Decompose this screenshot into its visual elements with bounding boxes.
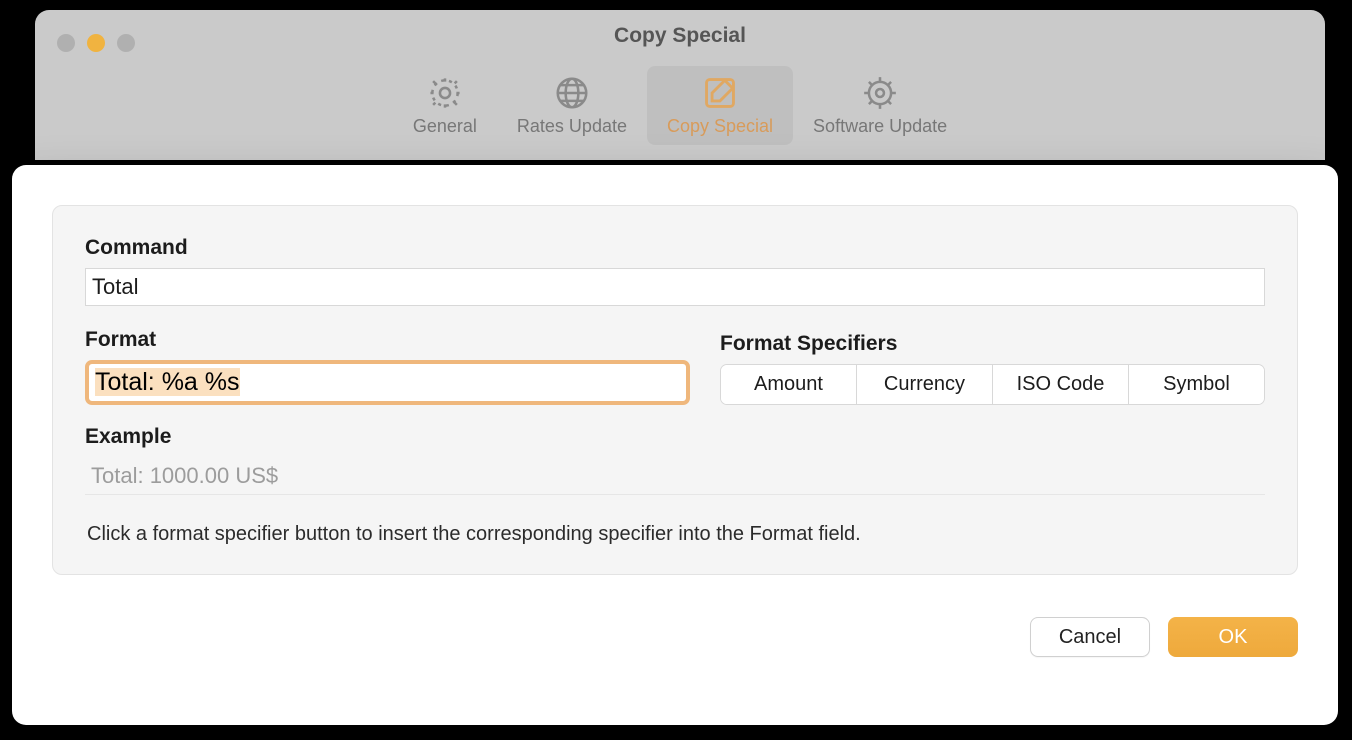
command-input[interactable]: [85, 268, 1265, 306]
example-label: Example: [85, 425, 1265, 449]
gear-outline-icon: [859, 72, 901, 114]
preferences-toolbar: General Rates Update Copy Special Softwa…: [35, 66, 1325, 145]
gear-icon: [424, 72, 466, 114]
format-input-focus-ring: Total: %a %s: [85, 360, 690, 405]
form-container: Command Format Total: %a %s Format Speci…: [52, 205, 1298, 575]
minimize-window-button[interactable]: [87, 34, 105, 52]
tab-software-update[interactable]: Software Update: [793, 66, 967, 145]
specifier-symbol-button[interactable]: Symbol: [1129, 365, 1264, 404]
close-window-button[interactable]: [57, 34, 75, 52]
preferences-window: Copy Special General Rates Update Copy S…: [35, 10, 1325, 160]
cancel-button[interactable]: Cancel: [1030, 617, 1150, 657]
specifier-isocode-button[interactable]: ISO Code: [993, 365, 1129, 404]
format-input[interactable]: Total: %a %s: [91, 366, 684, 399]
specifiers-label: Format Specifiers: [720, 332, 1265, 356]
specifier-segmented-control: Amount Currency ISO Code Symbol: [720, 364, 1265, 405]
tab-rates-update[interactable]: Rates Update: [497, 66, 647, 145]
tab-general[interactable]: General: [393, 66, 497, 145]
ok-button[interactable]: OK: [1168, 617, 1298, 657]
hint-text: Click a format specifier button to inser…: [85, 523, 1265, 546]
example-output: [85, 457, 1265, 495]
specifier-amount-button[interactable]: Amount: [721, 365, 857, 404]
globe-icon: [551, 72, 593, 114]
edit-sheet: Command Format Total: %a %s Format Speci…: [12, 165, 1338, 725]
command-label: Command: [85, 236, 1265, 260]
compose-icon: [699, 72, 741, 114]
window-controls: [57, 34, 135, 52]
window-title: Copy Special: [35, 24, 1325, 48]
dialog-buttons: Cancel OK: [52, 617, 1298, 657]
maximize-window-button[interactable]: [117, 34, 135, 52]
format-label: Format: [85, 328, 690, 352]
specifier-currency-button[interactable]: Currency: [857, 365, 993, 404]
tab-copy-special[interactable]: Copy Special: [647, 66, 793, 145]
